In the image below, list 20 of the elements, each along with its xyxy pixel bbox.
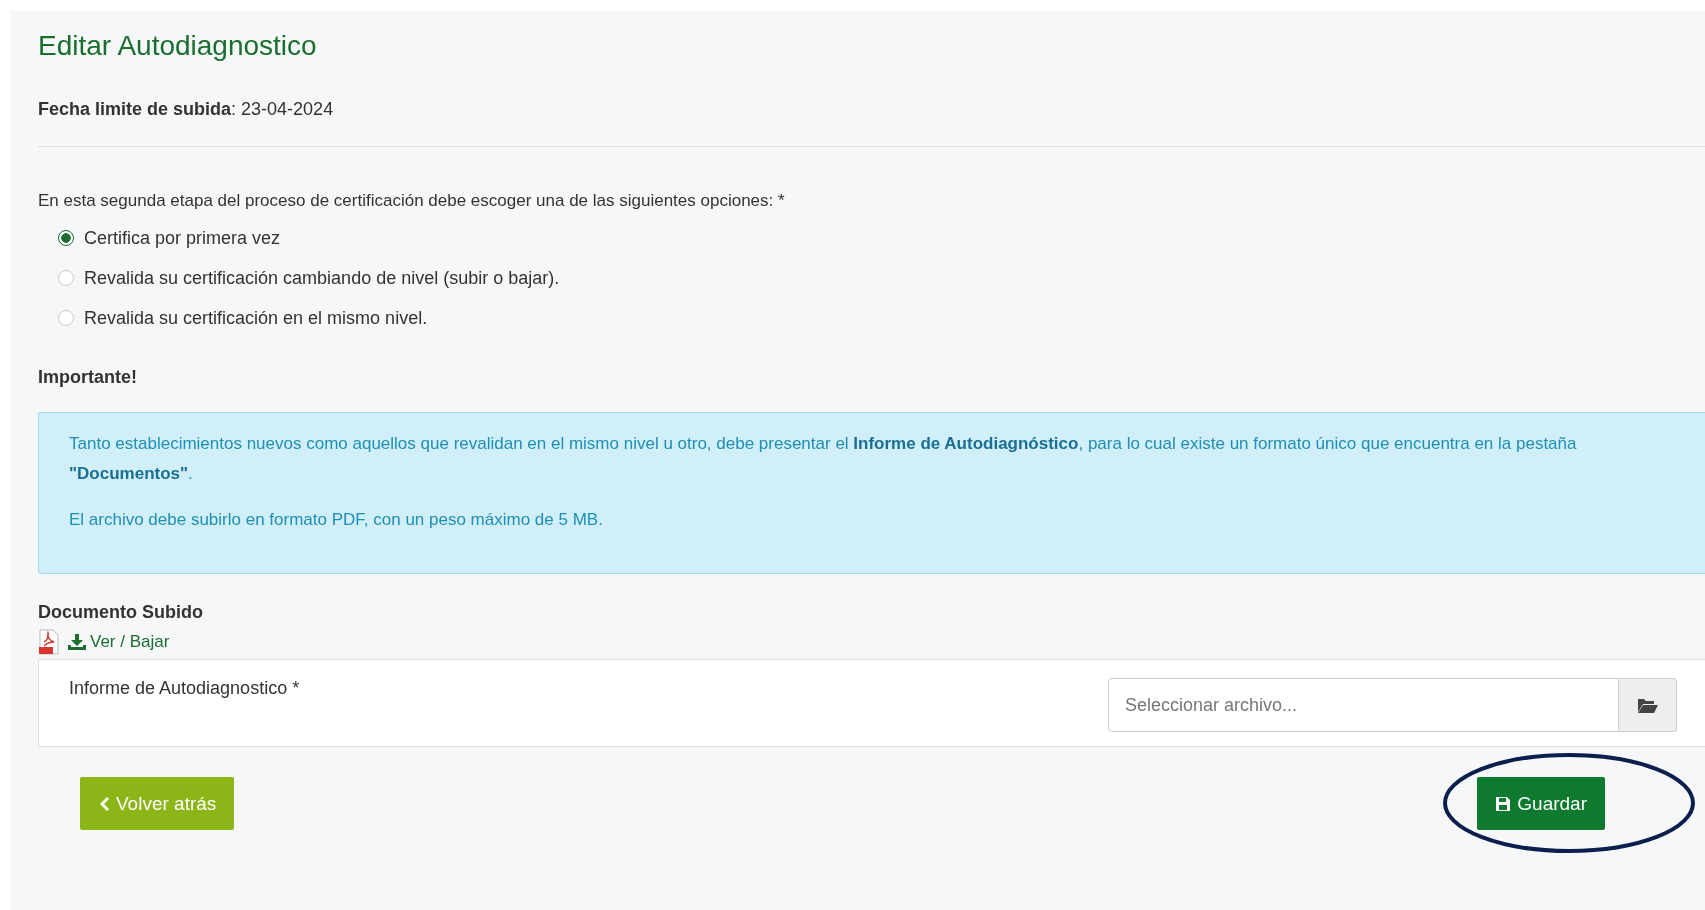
uploaded-heading: Documento Subido [38,602,204,623]
page-title: Editar Autodiagnostico [38,29,318,62]
option-label[interactable]: Certifica por primera vez [84,227,281,249]
file-field[interactable]: Seleccionar archivo... [1108,678,1619,732]
field-label: Informe de Autodiagnostico * [69,678,300,700]
browse-button[interactable] [1619,678,1677,732]
save-button[interactable]: Guardar [1477,777,1605,830]
important-heading: Importante! [38,367,138,388]
info-text: Tanto establecimientos nuevos como aquellos que revalidan en el mismo nivel u otro, debe presentar el Informe de Autodiagnóstico, para lo cual existe un formato único que encuentra en la pestaña "Documentos". [69,433,1578,485]
radio-button[interactable] [58,230,74,246]
download-icon [68,634,86,650]
chevron-left-icon [98,795,110,812]
pdf-file-icon[interactable] [38,629,60,655]
option-label[interactable]: Revalida su certificación cambiando de nivel (subir o bajar). [84,267,560,289]
download-link[interactable]: Ver / Bajar [68,632,170,652]
option-label[interactable]: Revalida su certificación en el mismo nivel. [84,307,428,329]
folder-icon [1637,697,1658,713]
deadline-text: Fecha limite de subida: 23-04-2024 [38,99,335,120]
info-text: El archivo debe subirlo en formato PDF, con un peso máximo de 5 MB. [69,509,604,531]
options-prompt: En esta segunda etapa del proceso de certificación debe escoger una de las siguientes opciones: * [38,191,786,211]
